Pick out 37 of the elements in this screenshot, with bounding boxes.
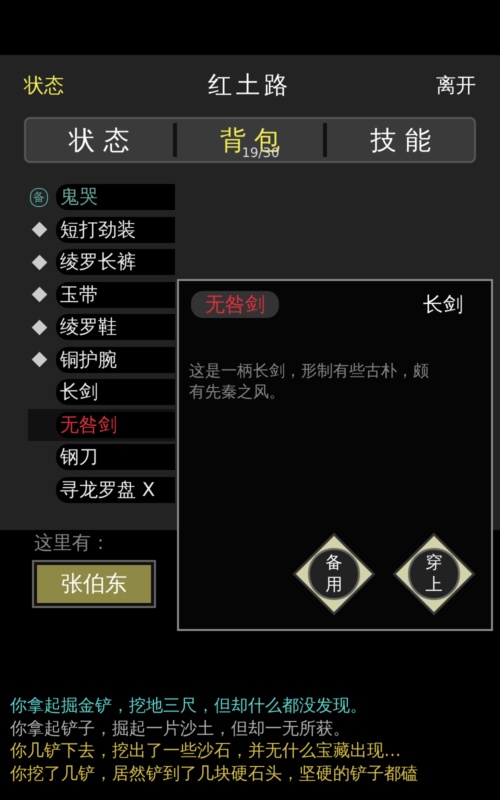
inventory-row[interactable]: 长剑 — [28, 376, 175, 408]
log-line: 你拿起铲子，掘起一片沙土，但却一无所获。 — [10, 718, 351, 740]
item-name: 无咎剑 — [56, 412, 175, 438]
log-line: 你几铲下去，挖出了一些沙石，并无什么宝藏出现… — [10, 740, 402, 762]
action-button[interactable]: 备用 — [293, 533, 375, 615]
inventory-row[interactable]: 无咎剑 — [28, 408, 175, 441]
status-link[interactable]: 状态 — [24, 72, 64, 98]
item-name: 绫罗鞋 — [56, 314, 175, 340]
tab[interactable]: 状 态 — [65, 122, 134, 158]
inventory-row[interactable]: 备 鬼哭 — [28, 181, 175, 214]
item-name: 长剑 — [56, 379, 175, 406]
item-name: 绫罗长裤 — [56, 249, 175, 276]
item-name: 玉带 — [56, 282, 175, 308]
inventory-row[interactable]: 寻龙罗盘 X — [28, 474, 175, 506]
item-name: 寻龙罗盘 X — [56, 476, 175, 503]
leave-link[interactable]: 离开 — [436, 72, 476, 98]
tab[interactable]: 技 能 — [366, 122, 435, 158]
item-name: 钢刀 — [56, 444, 175, 470]
log-line: 你拿起掘金铲，挖地三尺，但却什么都没发现。 — [10, 695, 368, 718]
location-title: 红土路 — [208, 70, 292, 101]
inventory-row[interactable]: 绫罗长裤 — [28, 246, 175, 278]
item-name: 鬼哭 — [56, 184, 175, 210]
inventory-row[interactable]: 短打劲装 — [28, 214, 175, 246]
here-label: 这里有： — [34, 531, 111, 556]
inventory-row[interactable]: 钢刀 — [28, 441, 175, 474]
item-description: 这是一柄长剑，形制有些古朴，颇有先秦之风。 — [189, 360, 430, 402]
item-name: 短打劲装 — [56, 216, 175, 243]
npc-button[interactable]: 张伯东 — [34, 562, 154, 606]
log-line: 你挖了几铲，居然铲到了几块硬石头，坚硬的铲子都磕 — [10, 762, 419, 785]
inventory-row[interactable]: 玉带 — [28, 278, 175, 311]
item-title: 无咎剑 — [191, 291, 279, 318]
item-type: 长剑 — [423, 291, 463, 318]
reserve-badge: 备 — [30, 188, 48, 207]
item-name: 铜护腕 — [56, 346, 175, 373]
inventory-row[interactable]: 铜护腕 — [28, 344, 175, 376]
inventory-row[interactable]: 绫罗鞋 — [28, 311, 175, 344]
action-button[interactable]: 穿上 — [393, 533, 475, 615]
